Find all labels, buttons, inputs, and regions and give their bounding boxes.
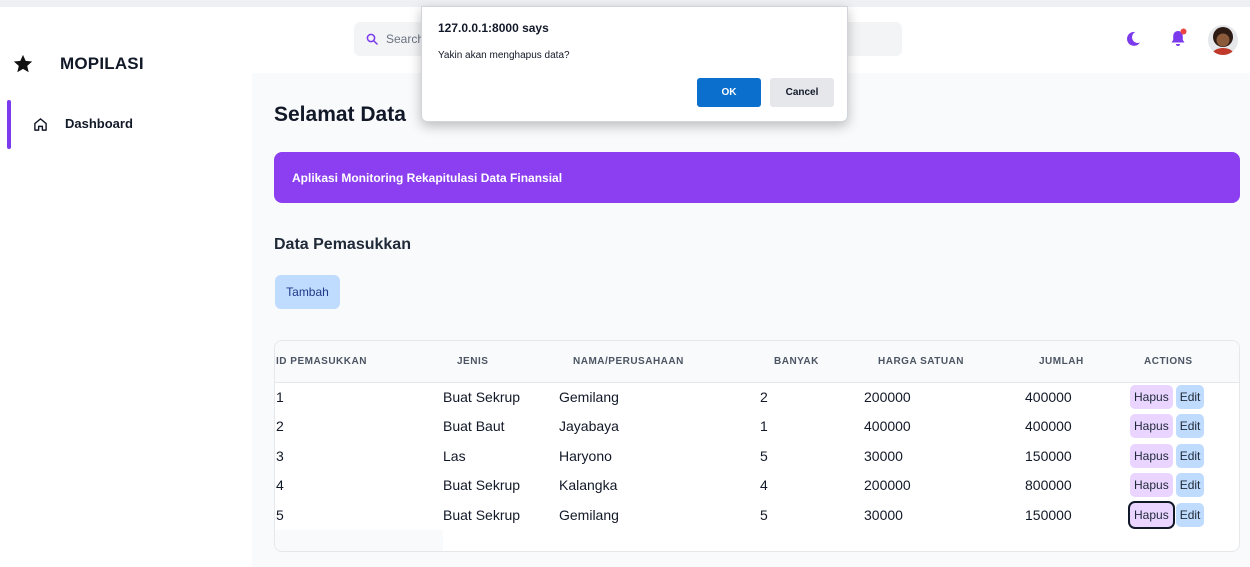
- delete-button[interactable]: Hapus: [1130, 443, 1173, 468]
- cell-jumlah: 800000: [1025, 477, 1072, 494]
- edit-button[interactable]: Edit: [1175, 502, 1205, 527]
- table-row: 1 Buat Sekrup Gemilang 2 200000 400000 H…: [275, 382, 1239, 412]
- cell-jumlah: 400000: [1025, 418, 1072, 435]
- column-header: JENIS: [443, 341, 559, 383]
- cell-jenis: Buat Sekrup: [443, 477, 521, 494]
- brand-name: MOPILASI: [60, 54, 144, 73]
- cell-actions: Hapus Edit: [1130, 471, 1239, 501]
- search-input[interactable]: [386, 32, 426, 46]
- edit-button[interactable]: Edit: [1175, 414, 1205, 439]
- column-header: ID PEMASUKKAN: [275, 341, 443, 383]
- avatar[interactable]: [1208, 25, 1238, 55]
- cell-jumlah: 400000: [1025, 389, 1072, 405]
- cell-harga: 200000: [864, 477, 911, 494]
- cell-harga: 30000: [864, 506, 903, 523]
- delete-button[interactable]: Hapus: [1130, 414, 1173, 439]
- table-footer-spacer: [275, 530, 443, 551]
- table-row: 2 Buat Baut Jayabaya 1 400000 400000 Hap…: [275, 412, 1239, 442]
- info-banner: Aplikasi Monitoring Rekapitulasi Data Fi…: [274, 152, 1240, 203]
- home-icon: [34, 118, 47, 131]
- cell-jenis: Buat Sekrup: [443, 389, 521, 405]
- table-row: 4 Buat Sekrup Kalangka 4 200000 800000 H…: [275, 471, 1239, 501]
- cell-banyak: 5: [760, 447, 768, 464]
- data-table: ID PEMASUKKAN JENIS NAMA/PERUSAHAAN BANY…: [275, 341, 1239, 530]
- cell-nama: Jayabaya: [559, 418, 619, 435]
- cell-id: 2: [276, 418, 284, 435]
- cell-banyak: 5: [760, 506, 768, 523]
- cell-nama: Kalangka: [559, 477, 618, 494]
- star-icon: [13, 54, 33, 73]
- section-title: Data Pemasukkan: [274, 236, 411, 253]
- sidebar-item-label: Dashboard: [65, 116, 133, 131]
- page-title: Selamat Data: [274, 103, 406, 126]
- cell-nama: Haryono: [559, 447, 612, 464]
- cell-banyak: 1: [760, 418, 768, 435]
- ok-button[interactable]: OK: [697, 78, 761, 107]
- cell-jumlah: 150000: [1025, 506, 1072, 523]
- cell-id: 5: [276, 506, 284, 523]
- moon-icon[interactable]: [1124, 30, 1142, 48]
- cell-jenis: Buat Baut: [443, 418, 505, 435]
- cell-id: 4: [276, 477, 284, 494]
- sidebar: MOPILASI Dashboard: [0, 7, 252, 567]
- banner-text: Aplikasi Monitoring Rekapitulasi Data Fi…: [292, 171, 563, 185]
- column-header: JUMLAH: [1025, 341, 1130, 383]
- cell-banyak: 4: [760, 477, 768, 494]
- cell-banyak: 2: [760, 389, 768, 405]
- cell-jenis: Buat Sekrup: [443, 506, 521, 523]
- cancel-button[interactable]: Cancel: [770, 78, 834, 107]
- confirm-dialog: 127.0.0.1:8000 says Yakin akan menghapus…: [421, 6, 848, 122]
- cell-harga: 30000: [864, 447, 903, 464]
- cell-actions: Hapus Edit: [1130, 382, 1239, 412]
- table-row: 3 Las Haryono 5 30000 150000 Hapus Edit: [275, 441, 1239, 471]
- sidebar-item-dashboard[interactable]: Dashboard: [0, 100, 252, 149]
- add-button[interactable]: Tambah: [275, 275, 340, 309]
- column-header: NAMA/PERUSAHAAN: [559, 341, 760, 383]
- cell-nama: Gemilang: [559, 506, 619, 523]
- dialog-title: 127.0.0.1:8000 says: [438, 21, 549, 35]
- cell-jenis: Las: [443, 447, 466, 464]
- table-row: 5 Buat Sekrup Gemilang 5 30000 150000 Ha…: [275, 500, 1239, 530]
- cell-harga: 200000: [864, 389, 911, 405]
- search-icon: [366, 33, 378, 45]
- cell-id: 1: [276, 389, 284, 405]
- cell-actions: Hapus Edit: [1130, 412, 1239, 442]
- column-header: HARGA SATUAN: [864, 341, 1025, 383]
- active-indicator: [7, 100, 11, 149]
- cell-id: 3: [276, 447, 284, 464]
- delete-button[interactable]: Hapus: [1130, 385, 1173, 409]
- cell-jumlah: 150000: [1025, 447, 1072, 464]
- edit-button[interactable]: Edit: [1175, 473, 1205, 498]
- column-header: ACTIONS: [1130, 341, 1239, 383]
- dialog-message: Yakin akan menghapus data?: [438, 50, 570, 61]
- edit-button[interactable]: Edit: [1175, 385, 1205, 409]
- cell-harga: 400000: [864, 418, 911, 435]
- table-header-row: ID PEMASUKKAN JENIS NAMA/PERUSAHAAN BANY…: [275, 341, 1239, 383]
- avatar-image: [1208, 25, 1238, 55]
- income-table: ID PEMASUKKAN JENIS NAMA/PERUSAHAAN BANY…: [274, 340, 1240, 552]
- delete-button[interactable]: Hapus: [1130, 473, 1173, 498]
- delete-button[interactable]: Hapus: [1128, 500, 1175, 529]
- cell-nama: Gemilang: [559, 389, 619, 405]
- column-header: BANYAK: [760, 341, 864, 383]
- cell-actions: Hapus Edit: [1128, 500, 1239, 530]
- edit-button[interactable]: Edit: [1175, 443, 1205, 468]
- brand: MOPILASI: [12, 53, 144, 75]
- cell-actions: Hapus Edit: [1130, 441, 1239, 471]
- bell-icon[interactable]: [1168, 28, 1188, 48]
